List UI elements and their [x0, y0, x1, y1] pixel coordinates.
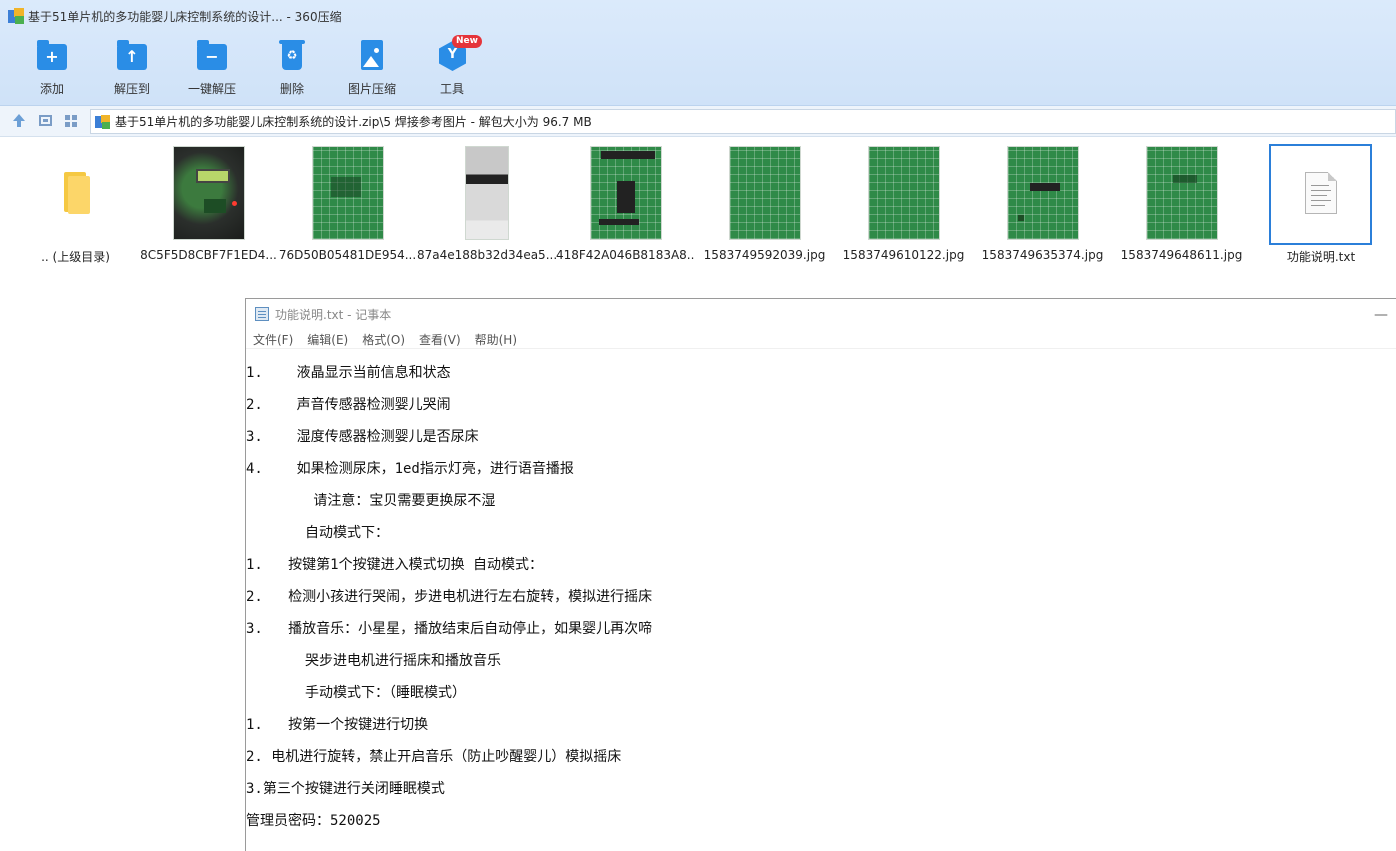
photo-thumbnail	[589, 146, 662, 240]
minimize-button[interactable]: —	[1374, 307, 1388, 323]
toolbar: + 添加 ↑ 解压到 − 一键解压 ♻ 删除 图片压缩 Y New 工具	[0, 32, 1396, 106]
title-toolbar-band: 基于51单片机的多功能婴儿床控制系统的设计... - 360压缩 + 添加 ↑ …	[0, 0, 1396, 106]
text-line: 2. 电机进行旋转，禁止开启音乐（防止吵醒婴儿）模拟摇床	[246, 749, 622, 765]
zip-file-icon	[95, 114, 111, 129]
path-field[interactable]: 基于51单片机的多功能婴儿床控制系统的设计.zip\5 焊接参考图片 - 解包大…	[90, 109, 1396, 134]
parent-folder-item[interactable]: .. (上级目录)	[6, 144, 145, 266]
text-line: 手动模式下：（睡眠模式）	[246, 685, 467, 701]
file-name: 1583749648611.jpg	[1120, 248, 1243, 262]
notepad-title: 功能说明.txt - 记事本	[275, 307, 392, 322]
file-item[interactable]: 1583749648611.jpg	[1112, 144, 1251, 266]
text-line: 1. 按第一个按键进行切换	[246, 717, 429, 733]
file-item[interactable]: 8C5F5D8CBF7F1ED4...	[139, 144, 278, 266]
add-button[interactable]: + 添加	[12, 38, 92, 98]
text-line: 4. 如果检测尿床，1ed指示灯亮，进行语音播报	[246, 461, 574, 477]
image-compress-icon	[361, 40, 383, 70]
menu-format[interactable]: 格式(O)	[362, 329, 405, 348]
zip-app-icon	[8, 8, 24, 24]
file-name: 1583749610122.jpg	[842, 248, 965, 262]
file-item-selected[interactable]: 功能说明.txt	[1268, 144, 1374, 266]
text-line: 2. 检测小孩进行哭闹，步进电机进行左右旋转，模拟进行摇床	[246, 589, 653, 605]
file-name: 87a4e188b32d34ea5...	[417, 248, 556, 262]
notepad-icon	[255, 307, 269, 321]
photo-thumbnail	[867, 146, 940, 240]
menu-view[interactable]: 查看(V)	[419, 329, 461, 348]
app-window: 基于51单片机的多功能婴儿床控制系统的设计... - 360压缩 + 添加 ↑ …	[0, 0, 1396, 851]
extract-to-label: 解压到	[113, 82, 150, 96]
photo-thumbnail	[172, 146, 245, 240]
text-line: 哭步进电机进行摇床和播放音乐	[246, 653, 502, 669]
one-click-extract-label: 一键解压	[187, 82, 236, 96]
photo-thumbnail	[1006, 146, 1079, 240]
file-name: 8C5F5D8CBF7F1ED4...	[140, 248, 277, 262]
folder-icon	[62, 172, 90, 214]
text-line: 3.第三个按键进行关闭睡眠模式	[246, 781, 445, 797]
text-line: 自动模式下：	[246, 525, 390, 541]
extract-to-button[interactable]: ↑ 解压到	[92, 38, 172, 98]
go-up-button[interactable]	[10, 112, 28, 130]
file-item[interactable]: 76D50B05481DE954...	[278, 144, 417, 266]
window-title: 基于51单片机的多功能婴儿床控制系统的设计... - 360压缩	[28, 9, 342, 24]
path-text: 基于51单片机的多功能婴儿床控制系统的设计.zip\5 焊接参考图片 - 解包大…	[115, 115, 592, 129]
photo-thumbnail	[464, 146, 509, 240]
tools-label: 工具	[439, 82, 464, 96]
add-label: 添加	[39, 82, 64, 96]
file-name: 1583749635374.jpg	[981, 248, 1104, 262]
add-folder-icon: +	[37, 40, 67, 70]
photo-thumbnail	[1145, 146, 1218, 240]
file-item[interactable]: 1583749610122.jpg	[834, 144, 973, 266]
text-line: 3. 播放音乐：小星星，播放结束后自动停止，如果婴儿再次啼	[246, 621, 653, 637]
tools-button[interactable]: Y New 工具	[412, 35, 492, 98]
photo-thumbnail	[728, 146, 801, 240]
text-line: 3. 湿度传感器检测婴儿是否尿床	[246, 429, 479, 445]
extract-to-icon: ↑	[117, 40, 147, 70]
text-file-icon	[1305, 172, 1337, 214]
text-line: 2. 声音传感器检测婴儿哭闹	[246, 397, 451, 413]
file-name: 76D50B05481DE954...	[278, 248, 417, 262]
file-item[interactable]: 1583749592039.jpg	[695, 144, 834, 266]
grid-view-button[interactable]	[62, 112, 80, 130]
menu-edit[interactable]: 编辑(E)	[307, 329, 348, 348]
new-badge: New	[452, 35, 482, 48]
delete-button[interactable]: ♻ 删除	[252, 38, 332, 98]
notepad-text-area[interactable]: 1. 液晶显示当前信息和状态 2. 声音传感器检测婴儿哭闹 3. 湿度传感器检测…	[246, 359, 1396, 851]
file-name: 418F42A046B8183A8...	[556, 248, 695, 262]
text-line: 管理员密码：520025	[246, 813, 381, 829]
delete-label: 删除	[279, 82, 304, 96]
text-line: 1. 液晶显示当前信息和状态	[246, 365, 451, 381]
image-compress-label: 图片压缩	[347, 82, 396, 96]
one-click-extract-button[interactable]: − 一键解压	[172, 38, 252, 98]
file-item[interactable]: 1583749635374.jpg	[973, 144, 1112, 266]
file-name: 1583749592039.jpg	[703, 248, 826, 262]
text-line: 请注意：宝贝需要更换尿不湿	[246, 493, 496, 509]
delete-icon: ♻	[279, 40, 305, 70]
notepad-window: 功能说明.txt - 记事本 — 文件(F) 编辑(E) 格式(O) 查看(V)…	[245, 298, 1396, 851]
file-item[interactable]: 418F42A046B8183A8...	[556, 144, 695, 266]
file-name: .. (上级目录)	[41, 250, 110, 264]
address-bar: 基于51单片机的多功能婴儿床控制系统的设计.zip\5 焊接参考图片 - 解包大…	[0, 106, 1396, 137]
grid-view-icon	[65, 115, 70, 120]
image-compress-button[interactable]: 图片压缩	[332, 38, 412, 98]
file-item[interactable]: 87a4e188b32d34ea5...	[417, 144, 556, 266]
file-name: 功能说明.txt	[1286, 250, 1356, 264]
menu-file[interactable]: 文件(F)	[253, 329, 293, 348]
one-click-extract-icon: −	[197, 40, 227, 70]
photo-thumbnail	[311, 146, 384, 240]
notepad-title-bar: 功能说明.txt - 记事本 —	[246, 299, 1396, 329]
menu-help[interactable]: 帮助(H)	[475, 329, 517, 348]
title-bar: 基于51单片机的多功能婴儿床控制系统的设计... - 360压缩	[0, 0, 1396, 32]
thumbnail-view-button[interactable]	[36, 112, 54, 130]
up-arrow-icon	[13, 114, 25, 127]
text-line: 1. 按键第1个按键进入模式切换 自动模式：	[246, 557, 543, 573]
thumbnail-view-icon	[39, 115, 52, 126]
notepad-menu-bar: 文件(F) 编辑(E) 格式(O) 查看(V) 帮助(H)	[246, 329, 1396, 349]
